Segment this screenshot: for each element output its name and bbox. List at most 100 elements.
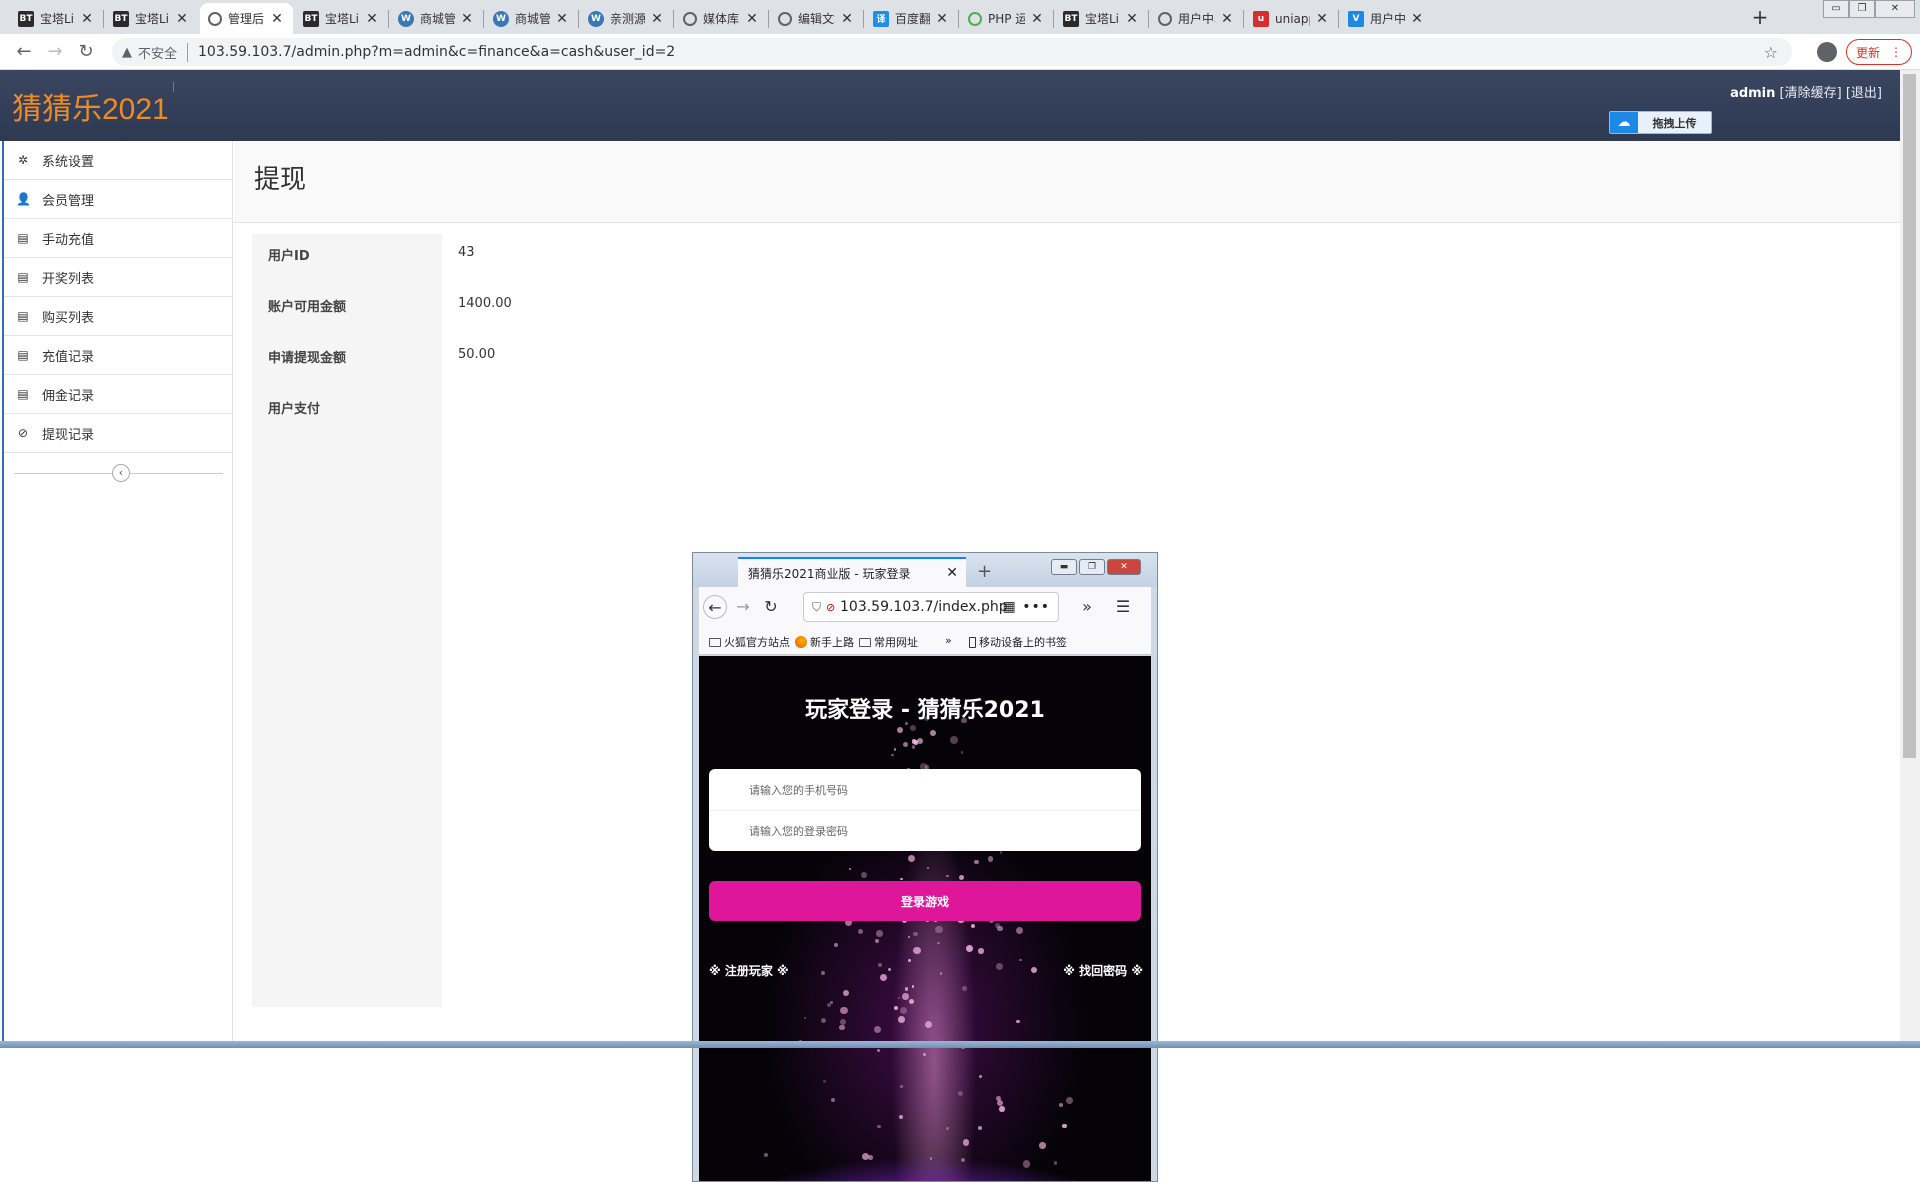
bookmark-star-icon[interactable]: ☆ bbox=[1764, 43, 1778, 62]
logout-link[interactable]: [退出] bbox=[1846, 86, 1882, 101]
browser-tab[interactable]: W 商城管理 ✕ bbox=[485, 3, 578, 34]
browser-tab[interactable]: 译百度翻译 ✕ bbox=[865, 3, 958, 34]
list-icon: ▤ bbox=[17, 309, 29, 323]
mobile-icon bbox=[969, 636, 976, 648]
browser-tab[interactable]: BT 宝塔Linux ✕ bbox=[1055, 3, 1148, 34]
close-tab-icon[interactable]: ✕ bbox=[934, 11, 950, 27]
field-label: 用户支付 bbox=[252, 387, 442, 1007]
close-tab-icon[interactable]: ✕ bbox=[269, 11, 285, 27]
sidebar-item[interactable]: ⊘ 提现记录 bbox=[4, 414, 233, 453]
collapse-sidebar-icon[interactable]: ‹ bbox=[112, 464, 130, 482]
minimize-icon[interactable]: ▭ bbox=[1823, 0, 1849, 18]
sparkle bbox=[994, 922, 1000, 928]
forward-icon[interactable]: → bbox=[43, 40, 67, 64]
sidebar-item[interactable]: ✲ 系统设置 bbox=[4, 141, 233, 180]
sparkle bbox=[842, 989, 849, 997]
sidebar-item[interactable]: ▤ 佣金记录 bbox=[4, 375, 233, 414]
sparkle bbox=[839, 1025, 845, 1031]
brand-logo[interactable]: 猜猜乐2021 bbox=[12, 84, 169, 128]
browser-tab[interactable]: W 亲测源码 ✕ bbox=[580, 3, 673, 34]
sidebar-item[interactable]: ▤ 开奖列表 bbox=[4, 258, 233, 297]
browser-tab[interactable]: 管理后台 ✕ bbox=[200, 3, 293, 34]
sidebar-item[interactable]: ▤ 充值记录 bbox=[4, 336, 233, 375]
close-tab-icon[interactable]: ✕ bbox=[1219, 11, 1235, 27]
close-tab-icon[interactable]: ✕ bbox=[364, 11, 380, 27]
bt-icon: BT bbox=[1063, 10, 1079, 27]
close-tab-icon[interactable]: ✕ bbox=[554, 11, 570, 27]
sparkle bbox=[874, 939, 880, 944]
browser-tab[interactable]: 编辑文章 ✕ bbox=[770, 3, 863, 34]
close-tab-icon[interactable]: ✕ bbox=[649, 11, 665, 27]
restore-icon[interactable]: ❐ bbox=[1849, 0, 1875, 18]
php-icon bbox=[968, 11, 982, 26]
sidebar-item[interactable]: ▤ 手动充值 bbox=[4, 219, 233, 258]
close-tab-icon[interactable]: ✕ bbox=[174, 11, 190, 27]
update-button[interactable]: 更新 ⋮ bbox=[1846, 39, 1912, 65]
register-link: ※ 注册玩家 ※ bbox=[709, 964, 789, 978]
sparkle bbox=[840, 1007, 848, 1015]
sparkle bbox=[820, 971, 825, 976]
gear-icon: ✲ bbox=[17, 153, 29, 167]
back-icon[interactable]: ← bbox=[12, 40, 36, 64]
insecure-label: 不安全 bbox=[138, 42, 189, 62]
sidebar-item[interactable]: 👤 会员管理 bbox=[4, 180, 233, 219]
close-tab-icon[interactable]: ✕ bbox=[79, 11, 95, 27]
close-tab-icon[interactable]: ✕ bbox=[1029, 11, 1045, 27]
browser-tab[interactable]: BT 宝塔Linux ✕ bbox=[10, 3, 103, 34]
folder-icon bbox=[709, 637, 721, 647]
browser-tab[interactable]: V 用户中心 ✕ bbox=[1340, 3, 1433, 34]
sidebar-item-label: 购买列表 bbox=[42, 310, 95, 326]
drag-upload-button[interactable]: ☁ 拖拽上传 bbox=[1609, 111, 1712, 134]
close-tab-icon[interactable]: ✕ bbox=[459, 11, 475, 27]
sparkle bbox=[939, 971, 943, 975]
sidebar-item-label: 系统设置 bbox=[42, 154, 95, 170]
sparkle bbox=[804, 1017, 807, 1020]
sidebar-item[interactable]: ▤ 购买列表 bbox=[4, 297, 233, 336]
new-tab-button[interactable]: + bbox=[1748, 5, 1772, 29]
bookmark-label: 移动设备上的书签 bbox=[979, 636, 1067, 649]
tab-separator bbox=[958, 10, 959, 28]
sparkle bbox=[1016, 1019, 1020, 1024]
address-bar[interactable]: ▲ 不安全 103.59.103.7/admin.php?m=admin&c=f… bbox=[112, 38, 1792, 66]
close-window-icon[interactable]: ✕ bbox=[1875, 0, 1915, 18]
profile-icon[interactable] bbox=[1817, 42, 1837, 62]
field-value: 50.00 bbox=[458, 347, 496, 362]
browser-tab[interactable]: BT 宝塔Linux ✕ bbox=[105, 3, 198, 34]
tab-separator bbox=[1243, 10, 1244, 28]
close-tab-icon[interactable]: ✕ bbox=[1124, 11, 1140, 27]
reload-icon[interactable]: ↻ bbox=[74, 40, 98, 64]
clear-cache-link[interactable]: [清除缓存] bbox=[1780, 86, 1842, 101]
sparkle bbox=[1015, 926, 1023, 935]
close-tab-icon[interactable]: ✕ bbox=[839, 11, 855, 27]
tab-title: 宝塔Linux bbox=[40, 12, 75, 26]
list-icon: ▤ bbox=[17, 387, 29, 401]
tab-separator bbox=[1338, 10, 1339, 28]
sparkle bbox=[903, 742, 909, 748]
sparkle bbox=[962, 1139, 970, 1147]
browser-tab[interactable]: 媒体库‹ ✕ bbox=[675, 3, 768, 34]
page-scrollbar[interactable] bbox=[1900, 70, 1920, 1041]
tab-title: 商城管理 bbox=[515, 12, 550, 26]
close-tab-icon[interactable]: ✕ bbox=[744, 11, 760, 27]
sidebar-item-label: 开奖列表 bbox=[42, 271, 95, 287]
ban-icon: ⊘ bbox=[17, 426, 29, 440]
browser-tab[interactable]: u uniapp+ ✕ bbox=[1245, 3, 1338, 34]
browser-tab[interactable]: W 商城管理 ✕ bbox=[390, 3, 483, 34]
tab-title: 宝塔Linux bbox=[325, 12, 360, 26]
browser-tab[interactable]: 用户中心 ✕ bbox=[1150, 3, 1243, 34]
sparkle bbox=[908, 958, 912, 962]
browser-tab[interactable]: PHP 运算 ✕ bbox=[960, 3, 1053, 34]
game-login-page: 玩家登录 - 猜猜乐2021 请输入您的手机号码 请输入您的登录密码 登录游戏 … bbox=[699, 656, 1151, 1181]
scrollbar-thumb[interactable] bbox=[1903, 74, 1916, 758]
sparkle bbox=[909, 724, 916, 731]
sparkle bbox=[899, 1115, 904, 1120]
restore-icon: ❐ bbox=[1079, 559, 1105, 575]
close-tab-icon[interactable]: ✕ bbox=[1314, 11, 1330, 27]
browser-tab[interactable]: BT 宝塔Linux ✕ bbox=[295, 3, 388, 34]
sparkle bbox=[961, 985, 967, 991]
firefox-tab-bar: 猜猜乐2021商业版 - 玩家登录 ✕ + ▬ ❐ ✕ bbox=[693, 553, 1157, 587]
close-tab-icon[interactable]: ✕ bbox=[1409, 11, 1425, 27]
url-text[interactable]: 103.59.103.7/admin.php?m=admin&c=finance… bbox=[198, 44, 675, 60]
sparkle bbox=[879, 974, 887, 982]
sidebar-menu: ✲ 系统设置 👤 会员管理 ▤ 手动充值 ▤ 开奖列表 ▤ 购买列表 ▤ 充值记录 ▤ 佣金记录 ⊘ 提现记录… bbox=[2, 141, 233, 1041]
